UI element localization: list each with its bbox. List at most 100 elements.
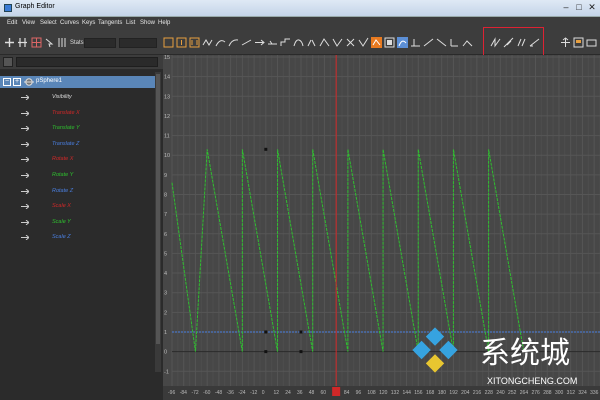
attribute-label: Translate Y: [52, 125, 80, 132]
outliner-list: − + pSphere1 Visibility Translate X Transl…: [0, 72, 155, 390]
move-keys-icon[interactable]: [4, 37, 15, 48]
menu-tangents[interactable]: Tangents: [98, 20, 122, 26]
stats-time-field[interactable]: [84, 38, 116, 48]
attribute-label: Rotate Y: [52, 172, 74, 178]
stats-label: Stats: [70, 40, 84, 46]
plateau-tangent-icon[interactable]: [293, 37, 304, 48]
y-tick-label: 5: [164, 251, 167, 257]
swap-buffer-icon[interactable]: [384, 37, 395, 48]
x-tick-label: 96: [356, 390, 362, 396]
auto-load-icon[interactable]: [358, 37, 369, 48]
menu-select[interactable]: Select: [40, 20, 57, 26]
attribute-row[interactable]: Scale X: [0, 200, 155, 214]
keyframe-point: [264, 330, 268, 334]
post-infinity-icon[interactable]: [436, 37, 447, 48]
attribute-row[interactable]: Translate Y: [0, 122, 155, 136]
y-tick-label: 8: [164, 192, 167, 198]
filter-icon[interactable]: [3, 57, 13, 67]
lattice-deform-icon[interactable]: [31, 37, 42, 48]
flat-tangent-icon[interactable]: [267, 37, 278, 48]
collapse-icon[interactable]: −: [3, 78, 11, 86]
attribute-row[interactable]: Translate Z: [0, 138, 155, 152]
outliner-node-row[interactable]: − + pSphere1: [0, 76, 155, 88]
infinity-cycle-icon[interactable]: [449, 37, 460, 48]
y-tick-label: 14: [164, 75, 170, 81]
keyframe-point: [299, 330, 303, 334]
attribute-row[interactable]: Rotate Z: [0, 185, 155, 199]
maximize-icon[interactable]: □: [573, 2, 585, 14]
expand-icon[interactable]: +: [13, 78, 21, 86]
insert-keys-icon[interactable]: [17, 37, 28, 48]
x-tick-label: 0: [262, 390, 265, 396]
normalize-icon[interactable]: [397, 37, 408, 48]
auto-tangent-icon[interactable]: [215, 37, 226, 48]
x-tick-label: 48: [309, 390, 315, 396]
attribute-curve-icon: [21, 141, 29, 147]
y-tick-label: 0: [164, 350, 167, 356]
clamped-tangent-icon[interactable]: [241, 37, 252, 48]
x-tick-label: -96: [168, 390, 175, 396]
attribute-label: Scale Z: [52, 234, 71, 241]
attribute-label: Translate X: [52, 109, 80, 116]
current-frame-indicator: [332, 387, 341, 396]
scroll-thumb[interactable]: [156, 74, 160, 344]
menu-curves[interactable]: Curves: [60, 20, 79, 26]
attribute-row[interactable]: Visibility: [0, 91, 155, 105]
attribute-row[interactable]: Scale Z: [0, 231, 155, 245]
attribute-curve-icon: [21, 235, 29, 241]
attribute-label: Rotate X: [52, 156, 74, 163]
buffer-curve-icon[interactable]: [371, 37, 382, 48]
mesh-icon: [24, 78, 34, 86]
lock-tangent-weight-icon[interactable]: [345, 37, 356, 48]
y-tick-label: 11: [164, 134, 170, 140]
spline-tangent-icon[interactable]: [228, 37, 239, 48]
menu-show[interactable]: Show: [140, 20, 155, 26]
stats-value-field[interactable]: [119, 38, 157, 48]
app-icon: [4, 4, 12, 12]
close-icon[interactable]: ✕: [586, 2, 598, 14]
highlighted-infinity-tools: [483, 27, 544, 57]
frame-playback-icon[interactable]: [189, 37, 200, 48]
frame-selection-icon[interactable]: [176, 37, 187, 48]
y-tick-label: 13: [164, 94, 170, 100]
retime-tool-icon[interactable]: [57, 37, 68, 48]
menu-list[interactable]: List: [126, 20, 135, 26]
frame-all-icon[interactable]: [163, 37, 174, 48]
outliner-scrollbar[interactable]: [155, 72, 161, 372]
outliner-panel: − + pSphere1 Visibility Translate X Transl…: [0, 55, 163, 400]
denormalize-icon[interactable]: [410, 37, 421, 48]
menu-edit[interactable]: Edit: [7, 20, 17, 26]
x-tick-label: -72: [191, 390, 198, 396]
attribute-row[interactable]: Rotate X: [0, 153, 155, 167]
attribute-row[interactable]: Scale Y: [0, 216, 155, 230]
step-tangent-icon[interactable]: [280, 37, 291, 48]
watermark-logo: 系统城 XITONGCHENG.COM: [412, 327, 577, 386]
attribute-curve-icon: [21, 188, 29, 194]
menu-help[interactable]: Help: [158, 20, 170, 26]
attribute-row[interactable]: Translate X: [0, 107, 155, 121]
linear-tangent-icon[interactable]: [254, 37, 265, 48]
free-tangent-weight-icon[interactable]: [332, 37, 343, 48]
watermark-text: 系统城: [480, 336, 570, 371]
minimize-icon[interactable]: –: [560, 2, 572, 14]
unify-tangents-icon[interactable]: [319, 37, 330, 48]
attribute-curve-icon: [21, 110, 29, 116]
region-tool-icon[interactable]: [44, 37, 55, 48]
break-tangents-icon[interactable]: [306, 37, 317, 48]
y-tick-label: 12: [164, 114, 170, 120]
x-tick-label: -36: [227, 390, 234, 396]
menu-keys[interactable]: Keys: [82, 20, 95, 26]
menu-view[interactable]: View: [22, 20, 35, 26]
filter-input[interactable]: [16, 57, 158, 67]
open-camera-sequencer-icon[interactable]: [586, 37, 597, 48]
keyframe-point: [264, 147, 268, 151]
infinity-offset-icon[interactable]: [462, 37, 473, 48]
open-trax-editor-icon[interactable]: [573, 37, 584, 48]
open-dope-sheet-icon[interactable]: [560, 37, 571, 48]
x-tick-label: 60: [320, 390, 326, 396]
attribute-row[interactable]: Rotate Y: [0, 169, 155, 183]
center-current-time-icon[interactable]: [202, 37, 213, 48]
attribute-label: Visibility: [52, 94, 72, 100]
pre-infinity-icon[interactable]: [423, 37, 434, 48]
keyframe-point: [299, 350, 303, 354]
